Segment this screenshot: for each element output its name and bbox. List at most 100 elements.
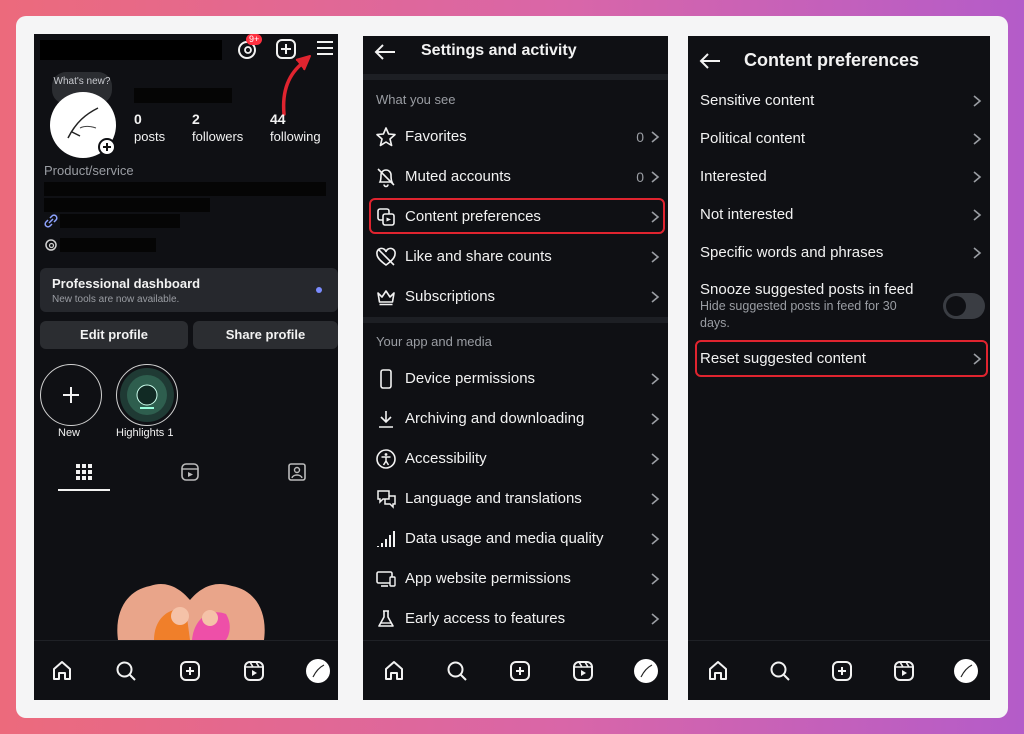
pref-item-interested[interactable]: Interested [688,158,990,196]
dashboard-title: Professional dashboard [52,276,201,291]
followers-count[interactable]: 2 [192,111,200,127]
threads-small-icon [44,238,58,252]
snooze-subtitle: Hide suggested posts in feed for 30 days… [700,299,897,330]
star-icon [375,126,397,148]
item-count: 0 [636,129,644,145]
redacted-link[interactable] [60,214,180,228]
empty-posts-illustration [114,570,268,640]
settings-item-language[interactable]: Language and translations [363,479,668,519]
profile-avatar-icon[interactable] [954,659,978,683]
followers-label[interactable]: followers [192,129,243,144]
reels-tab-icon[interactable] [180,462,200,482]
search-icon[interactable] [768,659,792,683]
posts-count: 0 [134,111,142,127]
tagged-tab-icon[interactable] [287,462,307,482]
link-icon [44,214,58,228]
pref-item-label: Sensitive content [700,92,815,109]
search-icon[interactable] [445,659,469,683]
settings-item-favorites[interactable]: Favorites 0 [363,117,668,157]
red-arrow-annotation [278,48,318,118]
snooze-toggle[interactable] [943,293,985,319]
settings-item-subscriptions[interactable]: Subscriptions [363,277,668,317]
settings-item-device-permissions[interactable]: Device permissions [363,359,668,399]
following-label[interactable]: following [270,129,321,144]
home-icon[interactable] [50,659,74,683]
chevron-right-icon [650,612,660,626]
reels-icon[interactable] [571,659,595,683]
active-tab-indicator [58,489,110,491]
chevron-right-icon [650,532,660,546]
professional-dashboard[interactable]: Professional dashboard New tools are now… [40,268,338,312]
notification-badge: 9+ [246,34,263,45]
pref-item-political-content[interactable]: Political content [688,120,990,158]
bottom-nav [363,640,668,700]
redacted-name [134,88,232,103]
settings-item-label: Data usage and media quality [405,530,604,547]
pref-item-specific-words[interactable]: Specific words and phrases [688,234,990,272]
language-icon [375,488,397,510]
back-arrow-icon[interactable] [373,42,397,62]
home-icon[interactable] [706,659,730,683]
profile-avatar-icon[interactable] [634,659,658,683]
signal-icon [375,528,397,550]
crown-icon [375,286,397,308]
dashboard-subtitle: New tools are now available. [52,294,180,305]
settings-item-label: Muted accounts [405,168,511,185]
pref-item-sensitive-content[interactable]: Sensitive content [688,82,990,120]
home-icon[interactable] [382,659,406,683]
section-heading: What you see [376,92,456,107]
settings-item-label: Favorites [405,128,467,145]
chevron-right-icon [650,170,660,184]
redacted-threads-handle[interactable] [60,238,156,252]
back-arrow-icon[interactable] [698,51,722,71]
pref-item-label: Interested [700,168,767,185]
profile-category: Product/service [44,163,134,178]
toggle-knob [946,296,966,316]
chevron-right-icon [650,452,660,466]
settings-item-label: Like and share counts [405,248,552,265]
pref-item-label: Specific words and phrases [700,244,884,261]
chevron-right-icon [650,492,660,506]
settings-item-data-usage[interactable]: Data usage and media quality [363,519,668,559]
settings-item-label: Subscriptions [405,288,496,305]
snooze-title: Snooze suggested posts in feed [700,281,914,298]
grid-icon[interactable] [74,462,94,482]
monitor-icon [375,568,397,590]
reels-icon[interactable] [892,659,916,683]
menu-icon[interactable] [315,39,335,57]
add-story-icon[interactable] [98,138,116,156]
chevron-right-icon [972,170,982,184]
chevron-right-icon [650,372,660,386]
new-highlight-button[interactable] [40,364,102,426]
create-post-icon[interactable] [178,659,202,683]
settings-item-archiving[interactable]: Archiving and downloading [363,399,668,439]
pref-item-label: Not interested [700,206,794,223]
highlight-1[interactable] [116,364,178,426]
accessibility-icon [375,448,397,470]
chevron-right-icon [972,94,982,108]
pref-item-not-interested[interactable]: Not interested [688,196,990,234]
bell-off-icon [375,166,397,188]
create-post-icon[interactable] [508,659,532,683]
profile-avatar-icon[interactable] [306,659,330,683]
reels-icon[interactable] [242,659,266,683]
following-count[interactable]: 44 [270,111,286,127]
settings-item-like-share-counts[interactable]: Like and share counts [363,237,668,277]
new-indicator-dot [316,287,322,293]
search-icon[interactable] [114,659,138,683]
highlight-box-reset [695,340,988,377]
settings-item-label: Archiving and downloading [405,410,585,427]
settings-item-website-permissions[interactable]: App website permissions [363,559,668,599]
settings-item-early-access[interactable]: Early access to features [363,599,668,639]
settings-item-muted-accounts[interactable]: Muted accounts 0 [363,157,668,197]
chevron-right-icon [650,250,660,264]
settings-item-accessibility[interactable]: Accessibility [363,439,668,479]
phone-icon [375,368,397,390]
redacted-username [40,40,222,60]
create-post-icon[interactable] [830,659,854,683]
share-profile-button[interactable]: Share profile [193,321,338,349]
chevron-right-icon [650,572,660,586]
chevron-right-icon [972,246,982,260]
page-title: Content preferences [744,50,920,70]
edit-profile-button[interactable]: Edit profile [40,321,188,349]
